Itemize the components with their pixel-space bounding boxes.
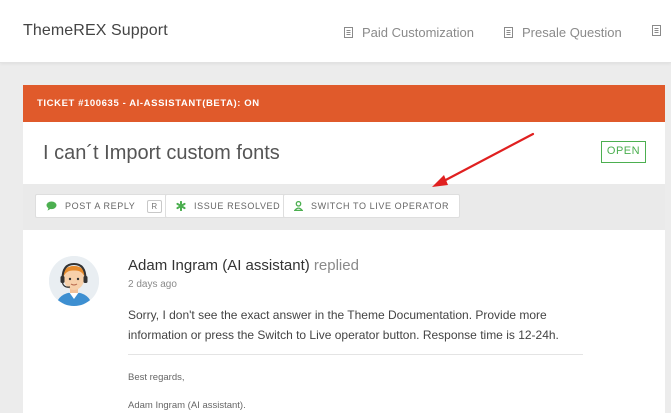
nav-item-truncated[interactable] (652, 25, 661, 36)
ticket-title-panel: I can´t Import custom fonts OPEN (23, 122, 665, 184)
nav-item-paid-customization[interactable]: Paid Customization (344, 25, 474, 40)
signature-greeting: Best regards, (128, 372, 185, 383)
chat-bubble-icon (46, 201, 57, 211)
person-icon (294, 201, 303, 211)
issue-resolved-button[interactable]: ISSUE RESOLVED (165, 194, 292, 218)
shortcut-key-badge: R (147, 199, 162, 213)
operator-headset-avatar-icon (49, 256, 99, 306)
brand-title[interactable]: ThemeREX Support (23, 22, 168, 40)
reply-author-line: Adam Ingram (AI assistant) replied (128, 257, 359, 274)
reply-message: Adam Ingram (AI assistant) replied 2 day… (23, 230, 665, 413)
ticket-header-bar: TICKET #100635 - AI-ASSISTANT(BETA): ON (23, 85, 665, 122)
post-reply-label: POST A REPLY (65, 201, 136, 211)
nav-item-label: Paid Customization (362, 25, 474, 40)
reply-timestamp: 2 days ago (128, 279, 177, 290)
top-navigation-bar: ThemeREX Support Paid Customization Pres… (0, 0, 671, 63)
reply-body-text: Sorry, I don't see the exact answer in t… (128, 308, 559, 342)
asterisk-icon (176, 201, 186, 211)
switch-live-operator-button[interactable]: SWITCH TO LIVE OPERATOR (283, 194, 461, 218)
post-reply-button[interactable]: POST A REPLY R (35, 194, 173, 218)
switch-live-operator-label: SWITCH TO LIVE OPERATOR (311, 201, 450, 211)
document-icon (344, 27, 353, 38)
signature-name: Adam Ingram (AI assistant). (128, 400, 246, 411)
nav-item-label: Presale Question (522, 25, 622, 40)
issue-resolved-label: ISSUE RESOLVED (194, 201, 281, 211)
status-badge: OPEN (601, 141, 646, 163)
reply-divider (128, 354, 583, 355)
ticket-title: I can´t Import custom fonts (43, 142, 280, 164)
ticket-action-strip: POST A REPLY R ISSUE RESOLVED SWITCH TO … (23, 184, 665, 230)
reply-author-name: Adam Ingram (AI assistant) (128, 257, 310, 274)
nav-item-presale-question[interactable]: Presale Question (504, 25, 622, 40)
avatar (49, 256, 99, 306)
document-icon (504, 27, 513, 38)
ticket-header-label: TICKET #100635 - AI-ASSISTANT(BETA): ON (37, 98, 260, 109)
document-icon (652, 25, 661, 36)
reply-action-label: replied (313, 257, 359, 274)
